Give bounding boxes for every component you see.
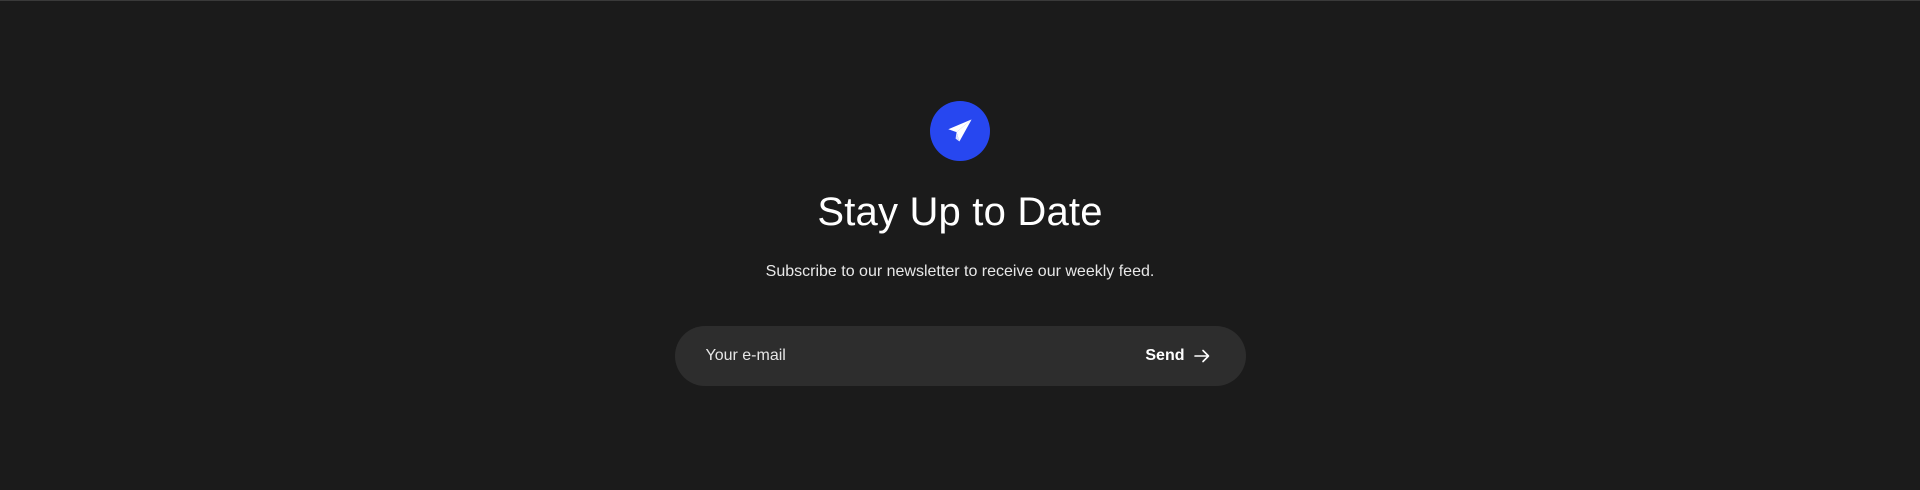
newsletter-subtitle: Subscribe to our newsletter to receive o… xyxy=(765,263,1155,280)
subscribe-form: Send xyxy=(674,326,1246,386)
icon-badge xyxy=(930,101,990,161)
newsletter-title: Stay Up to Date xyxy=(817,190,1103,234)
paper-plane-icon xyxy=(946,117,974,145)
newsletter-section: Stay Up to Date Subscribe to our newslet… xyxy=(0,1,1920,386)
page: Stay Up to Date Subscribe to our newslet… xyxy=(0,0,1920,490)
send-button-label: Send xyxy=(1145,347,1185,364)
send-button[interactable]: Send xyxy=(1145,347,1209,365)
arrow-right-icon xyxy=(1193,349,1210,363)
email-input[interactable] xyxy=(705,347,1146,365)
